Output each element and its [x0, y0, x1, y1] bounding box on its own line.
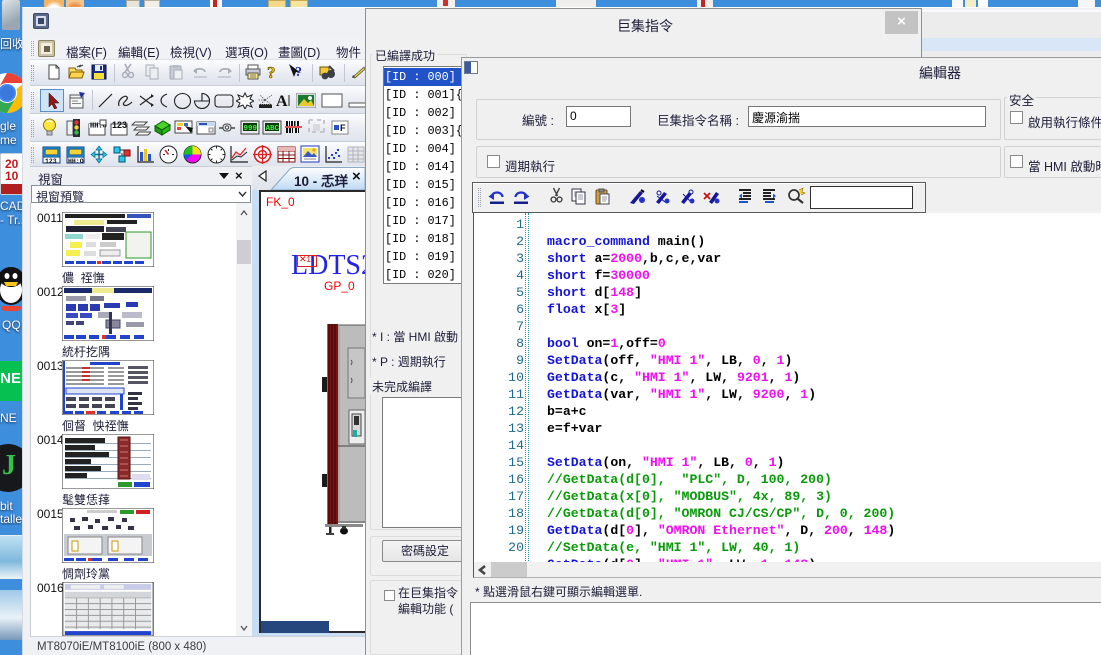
svg-text:F: F — [340, 123, 346, 133]
svg-text:123: 123 — [112, 120, 127, 130]
svg-text:A: A — [276, 93, 288, 109]
svg-text:?: ? — [295, 65, 302, 80]
svg-text:HH:O: HH:O — [68, 158, 84, 164]
svg-text:999: 999 — [244, 125, 258, 133]
svg-text:?: ? — [267, 63, 276, 81]
svg-text:ABC: ABC — [266, 125, 280, 133]
svg-text:123: 123 — [45, 158, 57, 164]
